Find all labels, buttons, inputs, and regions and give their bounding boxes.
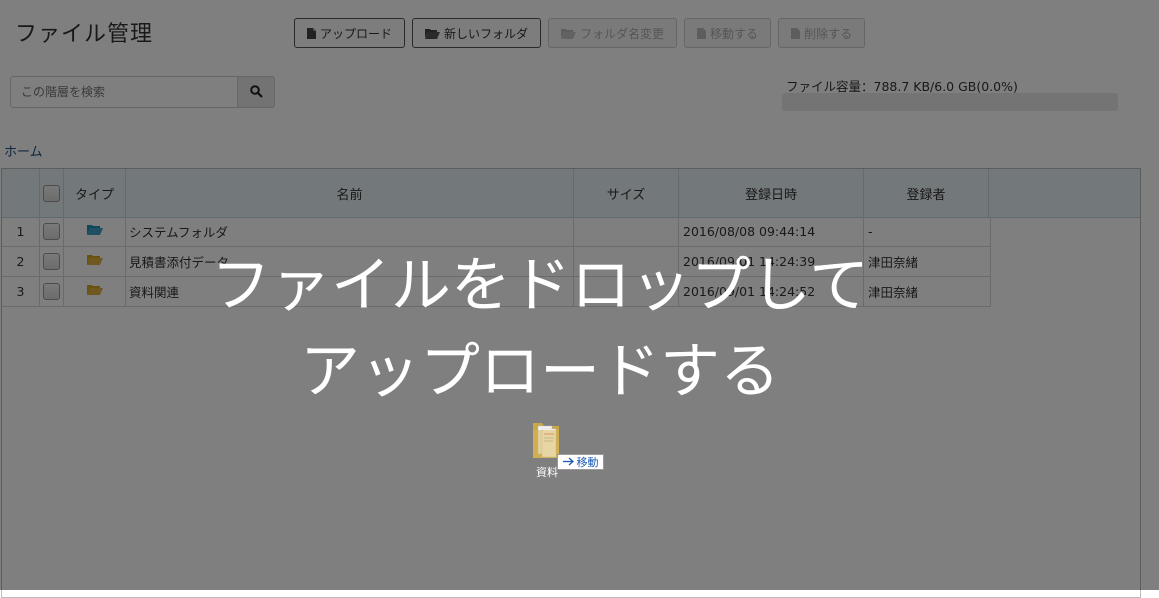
- arrow-right-icon: [562, 456, 574, 469]
- drop-message: ファイルをドロップして アップロードする: [0, 243, 1080, 415]
- move-badge: 移動: [557, 454, 604, 470]
- move-badge-label: 移動: [576, 456, 599, 469]
- dragged-file-label: 資料: [536, 466, 558, 479]
- drop-message-line2: アップロードする: [300, 337, 780, 407]
- drop-overlay[interactable]: ファイルをドロップして アップロードする 資料 移動: [0, 0, 1159, 590]
- drop-message-line1: ファイルをドロップして: [210, 251, 870, 321]
